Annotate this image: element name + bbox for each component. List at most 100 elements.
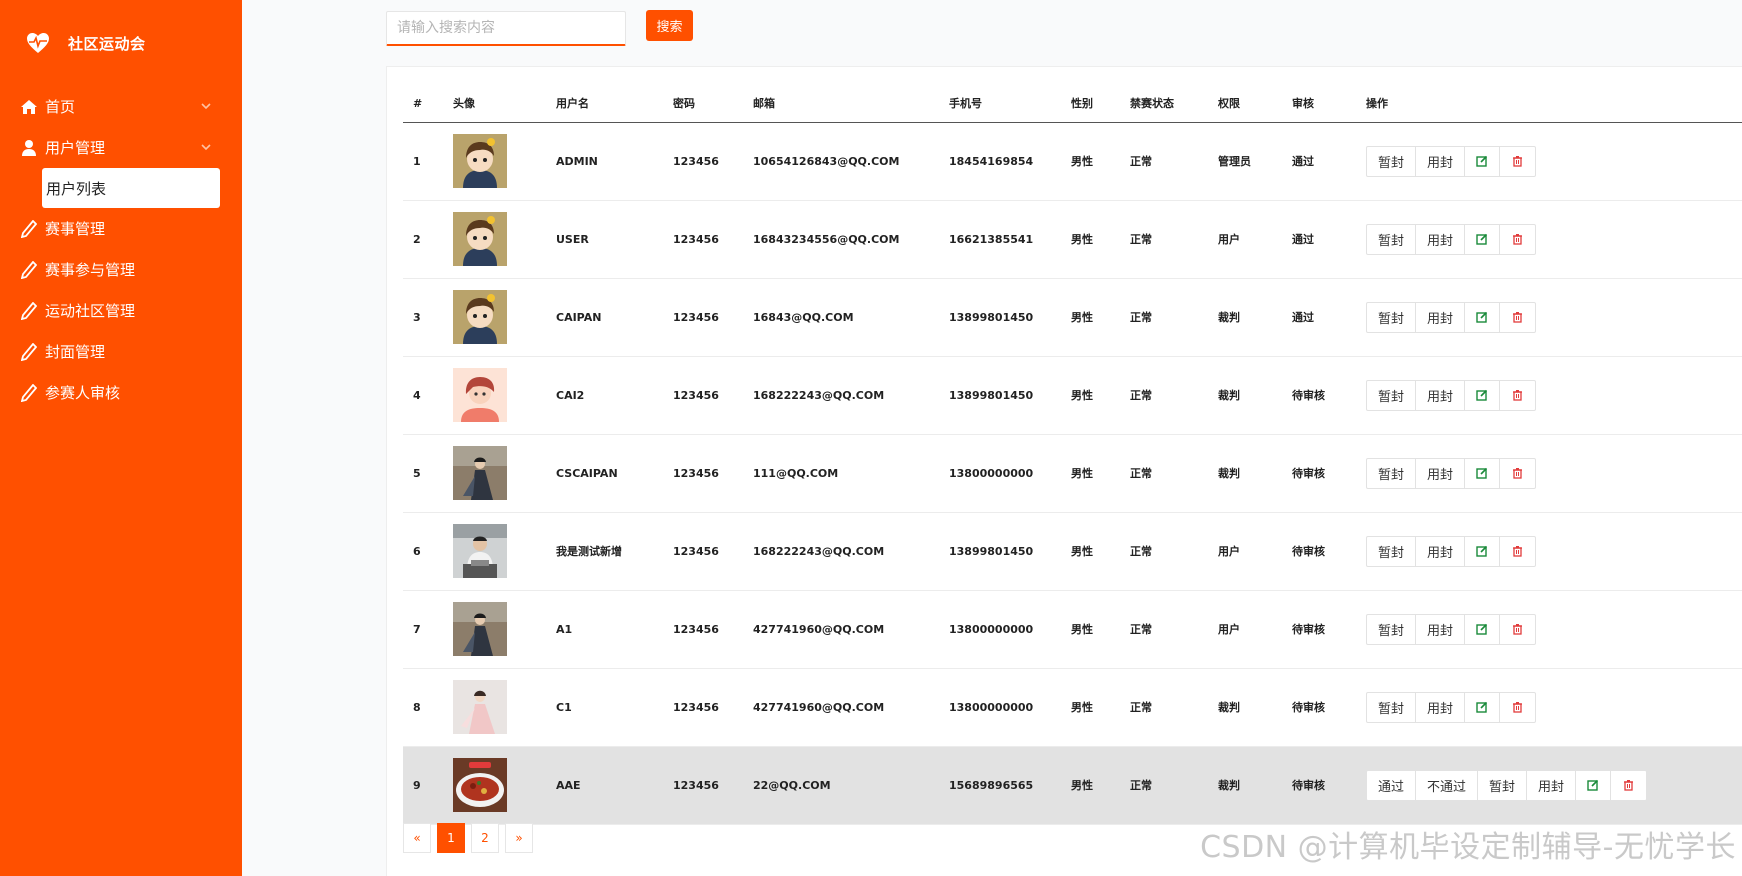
edit-icon — [1476, 467, 1488, 479]
cell-avatar — [443, 356, 546, 435]
delete-button[interactable] — [1500, 615, 1535, 644]
sidebar-item-community[interactable]: 运动社区管理 — [0, 290, 242, 331]
trash-icon — [1513, 234, 1523, 245]
pagination-next[interactable]: » — [505, 823, 533, 853]
ban-button[interactable]: 用封 — [1416, 692, 1466, 722]
delete-button[interactable] — [1500, 693, 1535, 722]
cell-role: 用户 — [1208, 512, 1282, 591]
edit-button[interactable] — [1465, 146, 1501, 176]
delete-button[interactable] — [1500, 147, 1535, 176]
ban-button[interactable]: 用封 — [1416, 380, 1466, 410]
row-action-group: 暂封 用封 — [1366, 223, 1537, 255]
suspend-button[interactable]: 暂封 — [1478, 770, 1528, 800]
edit-button[interactable] — [1465, 302, 1501, 332]
pen-icon — [19, 342, 39, 362]
trash-icon — [1513, 156, 1523, 167]
sidebar-item-participant-review[interactable]: 参赛人审核 — [0, 372, 242, 413]
brand[interactable]: 社区运动会 — [26, 32, 146, 54]
cell-ban-status: 正常 — [1120, 200, 1208, 279]
suspend-button[interactable]: 暂封 — [1367, 614, 1417, 644]
cell-role: 裁判 — [1208, 746, 1282, 825]
edit-button[interactable] — [1465, 692, 1501, 722]
suspend-button[interactable]: 暂封 — [1367, 692, 1417, 722]
brand-name: 社区运动会 — [68, 34, 146, 53]
ban-button[interactable]: 用封 — [1527, 770, 1577, 800]
cell-role: 用户 — [1208, 590, 1282, 669]
edit-button[interactable] — [1576, 770, 1612, 800]
cell-review: 待审核 — [1282, 746, 1356, 825]
home-icon — [19, 97, 39, 117]
suspend-button[interactable]: 暂封 — [1367, 302, 1417, 332]
suspend-button[interactable]: 暂封 — [1367, 146, 1417, 176]
table-header-row: # 头像 用户名 密码 邮箱 手机号 性别 禁赛状态 权限 审核 操作 — [403, 85, 1742, 123]
sidebar-item-covers[interactable]: 封面管理 — [0, 331, 242, 372]
table-row: 4 CAI2 123456 168222243@QQ.COM 138998014… — [403, 356, 1742, 435]
ban-button[interactable]: 用封 — [1416, 302, 1466, 332]
table-row: 5 CSCAIPAN 123456 111@QQ.COM 13800000000… — [403, 434, 1742, 513]
cell-actions: 暂封 用封 — [1356, 668, 1742, 747]
cell-avatar — [443, 200, 546, 279]
cell-role: 裁判 — [1208, 356, 1282, 435]
delete-button[interactable] — [1500, 459, 1535, 488]
cell-review: 通过 — [1282, 278, 1356, 357]
cell-review: 待审核 — [1282, 434, 1356, 513]
trash-icon — [1513, 702, 1523, 713]
edit-button[interactable] — [1465, 614, 1501, 644]
cell-ban-status: 正常 — [1120, 122, 1208, 201]
ban-button[interactable]: 用封 — [1416, 146, 1466, 176]
edit-icon — [1476, 623, 1488, 635]
ban-button[interactable]: 用封 — [1416, 224, 1466, 254]
trash-icon — [1513, 546, 1523, 557]
edit-button[interactable] — [1465, 536, 1501, 566]
watermark: CSDN @计算机毕设定制辅导-无忧学长 — [1200, 830, 1736, 865]
pagination-page[interactable]: 1 — [437, 823, 465, 853]
delete-button[interactable] — [1500, 303, 1535, 332]
sidebar-item-event-participation[interactable]: 赛事参与管理 — [0, 249, 242, 290]
cell-username: AAE — [546, 746, 663, 825]
cell-actions: 暂封 用封 — [1356, 434, 1742, 513]
cell-review: 通过 — [1282, 200, 1356, 279]
cell-ban-status: 正常 — [1120, 278, 1208, 357]
ban-button[interactable]: 用封 — [1416, 614, 1466, 644]
cell-actions: 暂封 用封 — [1356, 122, 1742, 201]
sidebar-subitem-user-list[interactable]: 用户列表 — [42, 168, 220, 208]
suspend-button[interactable]: 暂封 — [1367, 224, 1417, 254]
search-input[interactable] — [386, 11, 626, 46]
delete-button[interactable] — [1500, 537, 1535, 566]
delete-button[interactable] — [1500, 381, 1535, 410]
cell-password: 123456 — [663, 122, 743, 201]
sidebar-item-label: 运动社区管理 — [45, 302, 136, 320]
suspend-button[interactable]: 暂封 — [1367, 380, 1417, 410]
pen-icon — [19, 219, 39, 239]
suspend-button[interactable]: 暂封 — [1367, 458, 1417, 488]
sidebar-item-home[interactable]: 首页 — [0, 86, 242, 127]
edit-button[interactable] — [1465, 458, 1501, 488]
col-header: 手机号 — [939, 85, 1061, 123]
main-content: 搜索 # 头像 用户名 密码 邮箱 手机号 性别 禁赛状态 权限 审 — [242, 0, 1742, 876]
edit-button[interactable] — [1465, 380, 1501, 410]
reject-button[interactable]: 不通过 — [1416, 770, 1479, 800]
cell-avatar — [443, 122, 546, 201]
cell-avatar — [443, 434, 546, 513]
sidebar-item-users[interactable]: 用户管理 — [0, 127, 242, 168]
sidebar-item-events[interactable]: 赛事管理 — [0, 208, 242, 249]
search-button[interactable]: 搜索 — [646, 10, 693, 41]
pagination-page[interactable]: 2 — [471, 823, 499, 853]
pagination-prev[interactable]: « — [403, 823, 431, 853]
pagination: « 1 2 » — [403, 823, 533, 853]
cell-id: 7 — [403, 590, 443, 669]
suspend-button[interactable]: 暂封 — [1367, 536, 1417, 566]
cell-phone: 13800000000 — [939, 668, 1061, 747]
cell-ban-status: 正常 — [1120, 590, 1208, 669]
ban-button[interactable]: 用封 — [1416, 458, 1466, 488]
approve-button[interactable]: 通过 — [1367, 770, 1417, 800]
edit-button[interactable] — [1465, 224, 1501, 254]
pen-icon — [19, 260, 39, 280]
user-table: # 头像 用户名 密码 邮箱 手机号 性别 禁赛状态 权限 审核 操作 1 AD… — [403, 85, 1742, 825]
cell-password: 123456 — [663, 746, 743, 825]
delete-button[interactable] — [1500, 225, 1535, 254]
cell-actions: 暂封 用封 — [1356, 512, 1742, 591]
ban-button[interactable]: 用封 — [1416, 536, 1466, 566]
trash-icon — [1624, 780, 1634, 791]
delete-button[interactable] — [1611, 771, 1646, 800]
